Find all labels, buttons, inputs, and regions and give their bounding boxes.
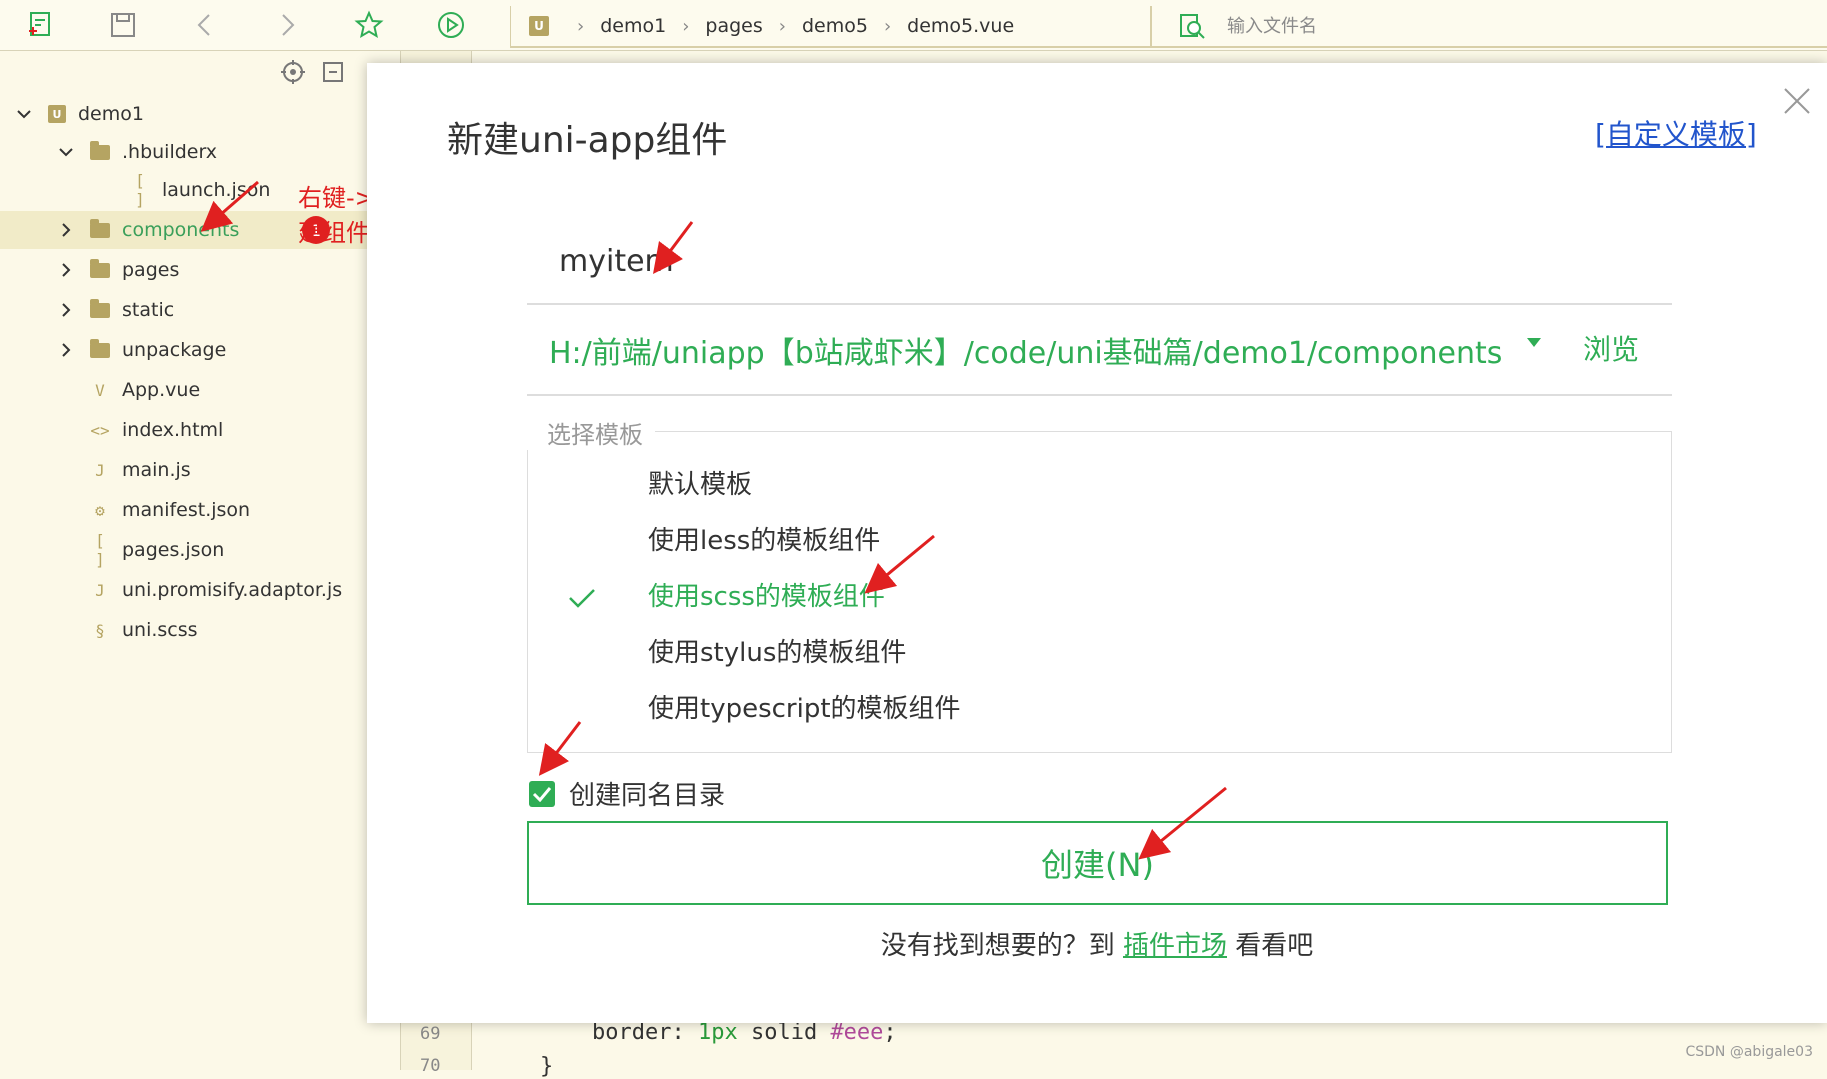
breadcrumb-item[interactable]: demo5.vue	[907, 15, 1014, 37]
tree-item-label: uni.scss	[122, 619, 198, 641]
plugin-market-hint: 没有找到想要的？到 插件市场 看看吧	[367, 925, 1827, 962]
project-icon: U	[529, 16, 549, 36]
project-icon: U	[48, 105, 66, 123]
dropdown-caret-icon[interactable]	[1527, 338, 1541, 347]
chevron-right-icon[interactable]	[56, 300, 76, 320]
breadcrumb-item[interactable]: demo1	[600, 15, 666, 37]
explorer-tools	[280, 59, 346, 85]
top-toolbar: U › demo1 › pages › demo5 › demo5.vue	[0, 0, 1827, 51]
tree-item-label: index.html	[122, 419, 224, 441]
tree-item-label: App.vue	[122, 379, 201, 401]
folder-icon	[90, 298, 110, 318]
chevron-right-icon: ›	[682, 15, 690, 37]
create-button[interactable]: 创建(N)	[527, 821, 1668, 905]
tree-item-label: demo1	[78, 103, 144, 125]
tree-item-label: uni.promisify.adaptor.js	[122, 579, 343, 601]
checkbox-checked-icon[interactable]	[529, 780, 555, 807]
checkmark-icon	[569, 589, 595, 608]
template-option[interactable]: 使用stylus的模板组件	[648, 632, 906, 669]
tree-item-label: pages	[122, 259, 180, 281]
manifest-file-icon: ⚙	[95, 500, 105, 520]
template-option[interactable]: 默认模板	[648, 464, 752, 501]
template-option[interactable]: 使用less的模板组件	[648, 520, 880, 557]
code-token: border:	[592, 1020, 698, 1045]
star-icon[interactable]	[350, 6, 388, 44]
tree-item-label: main.js	[122, 459, 191, 481]
create-dir-checkbox[interactable]: 创建同名目录	[529, 775, 725, 812]
code-line[interactable]: border: 1px solid #eee;	[592, 1020, 897, 1045]
js-file-icon: J	[95, 580, 105, 600]
js-file-icon: J	[95, 460, 105, 480]
breadcrumb-item[interactable]: pages	[705, 15, 762, 37]
run-icon[interactable]	[432, 6, 470, 44]
file-search-input[interactable]	[1225, 14, 1629, 38]
template-option-selected[interactable]: 使用scss的模板组件	[648, 576, 885, 613]
tree-item-demo1[interactable]: U demo1	[0, 95, 414, 133]
watermark: CSDN @abigale03	[1685, 1044, 1813, 1060]
tree-item-label: components	[122, 219, 240, 241]
vue-file-icon: V	[95, 380, 105, 400]
dialog-title: 新建uni-app组件	[447, 120, 728, 161]
create-dir-label: 创建同名目录	[569, 781, 726, 811]
html-file-icon: <>	[90, 420, 110, 440]
collapse-all-icon[interactable]	[320, 59, 346, 85]
browse-button[interactable]: 浏览	[1583, 328, 1639, 368]
template-option[interactable]: 使用typescript的模板组件	[648, 688, 961, 725]
chevron-right-icon[interactable]	[56, 340, 76, 360]
json-file-icon: [ ]	[135, 171, 145, 209]
path-field: H:/前端/uniapp【b站咸虾米】/code/uni基础篇/demo1/co…	[527, 306, 1672, 396]
line-number: 69	[420, 1024, 441, 1044]
custom-template-link[interactable]: [自定义模板]	[1595, 113, 1757, 153]
chevron-down-icon[interactable]	[56, 142, 76, 162]
path-input[interactable]: H:/前端/uniapp【b站咸虾米】/code/uni基础篇/demo1/co…	[549, 328, 1509, 372]
tree-item-label: unpackage	[122, 339, 227, 361]
code-token: ;	[883, 1020, 897, 1045]
hint-text: 看看吧	[1227, 931, 1314, 961]
template-group: 默认模板 使用less的模板组件 使用scss的模板组件 使用stylus的模板…	[527, 431, 1672, 753]
breadcrumb: U › demo1 › pages › demo5 › demo5.vue	[510, 6, 1152, 48]
breadcrumb-item[interactable]: demo5	[802, 15, 868, 37]
project-explorer: U demo1 .hbuilderx [ ] launch.json compo…	[0, 51, 456, 1070]
folder-icon	[90, 338, 110, 358]
tree-item-label: manifest.json	[122, 499, 251, 521]
folder-icon	[90, 258, 110, 278]
folder-icon	[90, 140, 110, 160]
tree-item-label: .hbuilderx	[122, 141, 218, 163]
chevron-right-icon[interactable]	[56, 260, 76, 280]
chevron-down-icon[interactable]	[14, 104, 34, 124]
folder-icon	[90, 218, 110, 238]
file-search-icon[interactable]	[1177, 11, 1207, 41]
plugin-market-link[interactable]: 插件市场	[1123, 931, 1227, 961]
forward-icon[interactable]	[268, 6, 306, 44]
code-token: solid	[737, 1020, 831, 1045]
tree-item-label: static	[122, 299, 175, 321]
new-component-dialog: 新建uni-app组件 [自定义模板] H:/前端/uniapp【b站咸虾米】/…	[367, 63, 1827, 1023]
code-token: #eee	[830, 1020, 884, 1045]
locate-icon[interactable]	[280, 59, 306, 85]
scss-file-icon: §	[95, 620, 105, 640]
tree-item-label: pages.json	[122, 539, 225, 561]
chevron-right-icon: ›	[577, 15, 585, 37]
code-token: 1px	[697, 1020, 738, 1045]
json-file-icon: [ ]	[95, 531, 105, 569]
hint-text: 没有找到想要的？到	[880, 931, 1123, 961]
template-legend: 选择模板	[527, 415, 655, 450]
file-search	[1150, 6, 1827, 48]
close-icon[interactable]	[1781, 85, 1813, 117]
line-number: 70	[420, 1056, 441, 1076]
chevron-right-icon: ›	[778, 15, 786, 37]
tree-item-label: launch.json	[162, 179, 271, 201]
save-icon[interactable]	[104, 6, 142, 44]
chevron-right-icon: ›	[883, 15, 892, 37]
chevron-right-icon[interactable]	[56, 220, 76, 240]
back-icon[interactable]	[186, 6, 224, 44]
new-file-icon[interactable]	[22, 6, 60, 44]
component-name-field	[527, 223, 1672, 305]
component-name-input[interactable]	[557, 243, 1561, 280]
code-line[interactable]: }	[540, 1054, 553, 1079]
